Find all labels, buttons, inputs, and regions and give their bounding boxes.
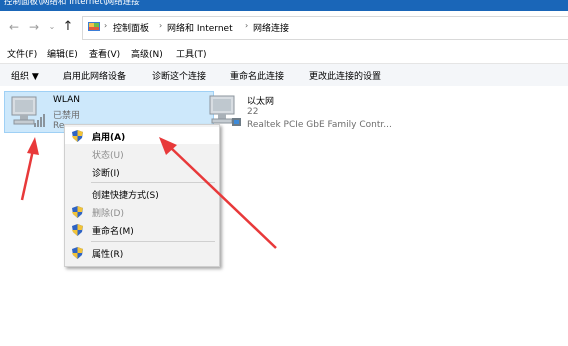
- wlan-status: 已禁用: [53, 111, 81, 121]
- enable-device-button[interactable]: 启用此网络设备: [63, 69, 126, 82]
- ctx-diagnose-label: 诊断(I): [92, 169, 120, 179]
- address-box[interactable]: › 控制面板 › 网络和 Internet › 网络连接: [82, 16, 568, 40]
- diagnose-button[interactable]: 诊断这个连接: [152, 69, 206, 82]
- menu-bar: 文件(F) 编辑(E) 查看(V) 高级(N) 工具(T): [0, 45, 568, 61]
- organize-button[interactable]: 组织 ▼: [11, 69, 39, 82]
- ctx-delete-label: 删除(D): [92, 209, 124, 219]
- breadcrumb-network-internet[interactable]: 网络和 Internet: [167, 21, 233, 34]
- window-title-bar: 控制面板\网络和 Internet\网络连接: [0, 0, 568, 11]
- menu-tools[interactable]: 工具(T): [176, 47, 207, 60]
- ctx-rename[interactable]: 重命名(M): [65, 221, 219, 238]
- ctx-create-shortcut-label: 创建快捷方式(S): [92, 191, 159, 201]
- menu-file[interactable]: 文件(F): [7, 47, 37, 60]
- ctx-properties[interactable]: 属性(R): [65, 244, 219, 261]
- ethernet-status: 22: [247, 107, 259, 117]
- breadcrumb-separator: ›: [159, 21, 163, 30]
- ctx-status: 状态(U): [65, 145, 219, 162]
- rename-button[interactable]: 重命名此连接: [230, 69, 284, 82]
- ctx-rename-label: 重命名(M): [92, 227, 134, 237]
- ctx-enable-label: 启用(A): [92, 133, 126, 143]
- up-arrow-icon[interactable]: ↑: [61, 20, 75, 34]
- menu-edit[interactable]: 编辑(E): [47, 47, 78, 60]
- uac-shield-icon: [72, 247, 83, 259]
- ctx-delete: 删除(D): [65, 203, 219, 220]
- ctx-create-shortcut[interactable]: 创建快捷方式(S): [65, 185, 219, 202]
- wlan-name: WLAN: [53, 95, 81, 105]
- command-bar: 组织 ▼ 启用此网络设备 诊断这个连接 重命名此连接 更改此连接的设置: [0, 63, 568, 87]
- uac-shield-icon: [72, 224, 83, 236]
- uac-shield-icon: [72, 130, 83, 142]
- breadcrumb-control-panel[interactable]: 控制面板: [113, 21, 149, 34]
- change-settings-button[interactable]: 更改此连接的设置: [309, 69, 381, 82]
- ethernet-device: Realtek PCIe GbE Family Contr...: [247, 120, 392, 130]
- back-arrow-icon[interactable]: ←: [7, 20, 21, 34]
- context-menu: 启用(A) 状态(U) 诊断(I) 创建快捷方式(S) 删除(D) 重命名(M)…: [64, 124, 220, 267]
- ethernet-name: 以太网: [247, 97, 275, 107]
- menu-advanced[interactable]: 高级(N): [131, 47, 163, 60]
- control-panel-icon: [88, 22, 100, 31]
- wlan-adapter-icon: [11, 96, 45, 127]
- recent-dropdown-icon[interactable]: ⌄: [45, 20, 59, 34]
- forward-arrow-icon[interactable]: →: [27, 20, 41, 34]
- ctx-properties-label: 属性(R): [92, 250, 124, 260]
- breadcrumb-network-connections[interactable]: 网络连接: [253, 21, 289, 34]
- ctx-divider: [91, 182, 215, 183]
- wlan-device: Re: [53, 121, 65, 131]
- ctx-divider: [91, 241, 215, 242]
- ethernet-adapter-icon: [209, 95, 241, 126]
- ctx-status-label: 状态(U): [92, 151, 124, 161]
- connection-ethernet[interactable]: 以太网 22 Realtek PCIe GbE Family Contr...: [204, 91, 404, 133]
- breadcrumb-separator: ›: [245, 21, 249, 30]
- ctx-diagnose[interactable]: 诊断(I): [65, 163, 219, 180]
- ctx-enable[interactable]: 启用(A): [65, 127, 219, 144]
- uac-shield-icon: [72, 206, 83, 218]
- menu-view[interactable]: 查看(V): [89, 47, 120, 60]
- window-title: 控制面板\网络和 Internet\网络连接: [4, 0, 140, 7]
- breadcrumb-separator: ›: [104, 21, 108, 30]
